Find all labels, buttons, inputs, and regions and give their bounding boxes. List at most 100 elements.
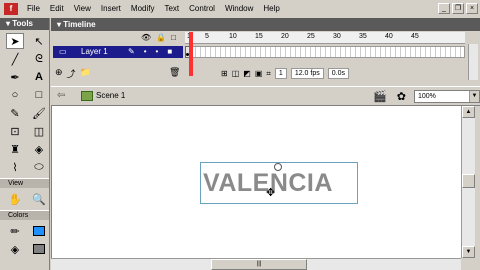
view-section-label: View <box>0 178 49 188</box>
ink-bottle-tool-icon[interactable]: ♜ <box>6 141 24 157</box>
lock-icon[interactable]: 🔒 <box>156 33 166 42</box>
eyedropper-tool-icon[interactable]: ⌇ <box>6 159 24 175</box>
lock-dot-icon[interactable]: • <box>156 46 159 58</box>
brush-tool-icon[interactable]: 🖌 <box>30 105 48 121</box>
eraser-tool-icon[interactable]: ⬭ <box>30 159 48 175</box>
zoom-tool-icon[interactable]: 🔍 <box>30 191 48 207</box>
ruler-label: 35 <box>359 33 367 40</box>
text-handle[interactable] <box>274 163 282 171</box>
oval-tool-icon[interactable]: ○ <box>6 87 24 103</box>
scene-icon <box>81 91 93 101</box>
tools-panel: ▾ Tools ➤ ↖ ╱ ᘓ ✒ A ○ □ ✎ 🖌 ⊡ ◫ ♜ ◈ ⌇ ⬭ … <box>0 18 50 270</box>
stage[interactable]: VALENCIA ✥ <box>51 106 461 258</box>
timeline-title[interactable]: ▾ Timeline <box>51 18 480 31</box>
timeline-panel: ▾ Timeline 👁 🔒 □ 1 5 10 15 20 25 30 35 4… <box>51 18 480 86</box>
tools-panel-title[interactable]: ▾ Tools <box>0 18 49 30</box>
edit-symbol-icon[interactable]: ✿ <box>397 90 406 103</box>
horizontal-scroll-thumb[interactable]: ||| <box>211 259 307 270</box>
frame-strip[interactable] <box>185 46 465 58</box>
onion-skin-icon[interactable]: ◫ <box>232 69 240 78</box>
free-transform-tool-icon[interactable]: ⊡ <box>6 123 24 139</box>
arrow-tool-icon[interactable]: ➤ <box>6 33 24 49</box>
stroke-color-icon[interactable]: ✏ <box>6 223 24 239</box>
modify-markers-icon[interactable]: ⌗ <box>266 69 271 79</box>
scroll-up-button[interactable]: ▲ <box>462 106 475 118</box>
close-button[interactable]: × <box>466 3 478 14</box>
layer-icon: ▭ <box>59 47 67 56</box>
edit-multiple-icon[interactable]: ▣ <box>255 69 263 78</box>
timeline-scrollbar[interactable] <box>468 44 478 80</box>
edit-bar-icons: 🎬 ✿ <box>373 90 406 103</box>
eye-icon[interactable]: 👁 <box>141 33 151 42</box>
ruler-label: 5 <box>205 33 209 40</box>
outline-square-icon[interactable]: ■ <box>167 46 172 58</box>
menu-modify[interactable]: Modify <box>126 0 160 18</box>
restore-button[interactable]: ❐ <box>452 3 464 14</box>
timeline-status: ⊞ ◫ ◩ ▣ ⌗ 1 12.0 fps 0.0s <box>221 68 349 79</box>
menu-file[interactable]: File <box>22 0 45 18</box>
subselect-tool-icon[interactable]: ↖ <box>30 33 48 49</box>
fill-color-swatch-2[interactable] <box>30 241 48 257</box>
lasso-tool-icon[interactable]: ᘓ <box>30 51 48 67</box>
scene-label: Scene 1 <box>96 91 126 100</box>
delete-layer-icon[interactable]: 🗑 <box>169 67 180 78</box>
timeline-footer: ⊕ ⤴ 📁 🗑 ⊞ ◫ ◩ ▣ ⌗ 1 12.0 fps 0.0s <box>51 66 480 80</box>
menu-control[interactable]: Control <box>184 0 220 18</box>
menu-window[interactable]: Window <box>220 0 258 18</box>
stage-vertical-scrollbar[interactable]: ▲ ▼ <box>461 106 475 258</box>
frame-ruler[interactable]: 1 5 10 15 20 25 30 35 40 45 <box>185 32 465 44</box>
edit-scene-icon[interactable]: 🎬 <box>373 90 387 103</box>
zoom-value: 100% <box>418 93 436 100</box>
menu-text[interactable]: Text <box>159 0 184 18</box>
text-tool-icon[interactable]: A <box>30 69 48 85</box>
ruler-label: 20 <box>281 33 289 40</box>
frame-rate: 12.0 fps <box>290 68 324 79</box>
add-guide-layer-icon[interactable]: ⤴ <box>67 67 76 80</box>
app-icon[interactable]: f <box>4 3 18 15</box>
bucket-color-icon[interactable]: ◈ <box>6 241 24 257</box>
layer-name-cell[interactable]: ▭ Layer 1 ✎ • • ■ <box>53 46 183 58</box>
menu-insert[interactable]: Insert <box>96 0 126 18</box>
ruler-label: 30 <box>333 33 341 40</box>
back-arrow-icon[interactable]: ⇦ <box>57 90 65 101</box>
menu-edit[interactable]: Edit <box>45 0 69 18</box>
line-tool-icon[interactable]: ╱ <box>6 51 24 67</box>
ruler-label: 25 <box>307 33 315 40</box>
rectangle-tool-icon[interactable]: □ <box>30 87 48 103</box>
outline-icon[interactable]: □ <box>171 33 176 42</box>
center-frame-icon[interactable]: ⊞ <box>221 69 228 78</box>
pencil-tool-icon[interactable]: ✎ <box>6 105 24 121</box>
pencil-icon: ✎ <box>128 47 135 56</box>
hand-tool-icon[interactable]: ✋ <box>6 191 24 207</box>
fill-transform-tool-icon[interactable]: ◫ <box>30 123 48 139</box>
minimize-button[interactable]: _ <box>438 3 450 14</box>
menu-view[interactable]: View <box>69 0 96 18</box>
elapsed-time: 0.0s <box>327 68 349 79</box>
text-field[interactable]: VALENCIA ✥ <box>200 162 358 204</box>
layer-buttons: ⊕ ⤴ 📁 <box>55 67 91 80</box>
layer-state-icons: ✎ • • ■ <box>128 46 172 58</box>
colors-tool-grid: ✏ ◈ <box>0 220 49 260</box>
timeline-title-label: Timeline <box>63 20 96 29</box>
vertical-scroll-thumb[interactable] <box>462 174 475 188</box>
layer-visibility-icons: 👁 🔒 □ <box>141 33 176 42</box>
tools-title-label: Tools <box>12 19 33 28</box>
ruler-label: 15 <box>255 33 263 40</box>
zoom-select[interactable]: 100% ▼ <box>414 90 480 103</box>
fill-color-swatch[interactable] <box>30 223 48 239</box>
insert-layer-icon[interactable]: ⊕ <box>55 67 63 80</box>
insert-folder-icon[interactable]: 📁 <box>80 67 91 80</box>
scroll-down-button[interactable]: ▼ <box>462 246 475 258</box>
window-controls: _ ❐ × <box>438 3 478 14</box>
colors-section-label: Colors <box>0 210 49 220</box>
menu-help[interactable]: Help <box>258 0 284 18</box>
onion-outline-icon[interactable]: ◩ <box>243 69 251 78</box>
chevron-down-icon[interactable]: ▼ <box>469 91 479 102</box>
visible-dot-icon[interactable]: • <box>144 46 147 58</box>
pen-tool-icon[interactable]: ✒ <box>6 69 24 85</box>
ruler-label: 45 <box>411 33 419 40</box>
paint-bucket-tool-icon[interactable]: ◈ <box>30 141 48 157</box>
current-frame: 1 <box>274 68 287 79</box>
stage-horizontal-scrollbar[interactable]: ||| <box>51 258 461 270</box>
move-cursor-icon: ✥ <box>266 187 276 199</box>
